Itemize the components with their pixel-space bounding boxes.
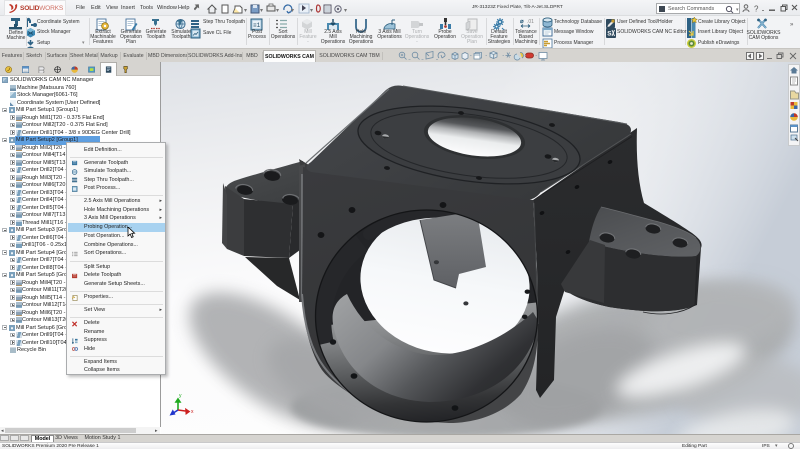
- svg-text:▾: ▾: [310, 8, 313, 14]
- svg-text:▾: ▾: [291, 8, 294, 14]
- svg-text:▾: ▾: [276, 8, 279, 14]
- svg-text:▾: ▾: [344, 8, 347, 14]
- svg-text:⌀: ⌀: [520, 19, 524, 25]
- svg-text:▾: ▾: [244, 8, 247, 14]
- svg-text:»: »: [790, 22, 794, 28]
- svg-text:≡1: ≡1: [253, 22, 261, 29]
- svg-text:▾: ▾: [260, 8, 263, 14]
- svg-text:S: S: [607, 31, 612, 38]
- svg-text:.01: .01: [527, 19, 534, 25]
- svg-text:?: ?: [754, 5, 759, 14]
